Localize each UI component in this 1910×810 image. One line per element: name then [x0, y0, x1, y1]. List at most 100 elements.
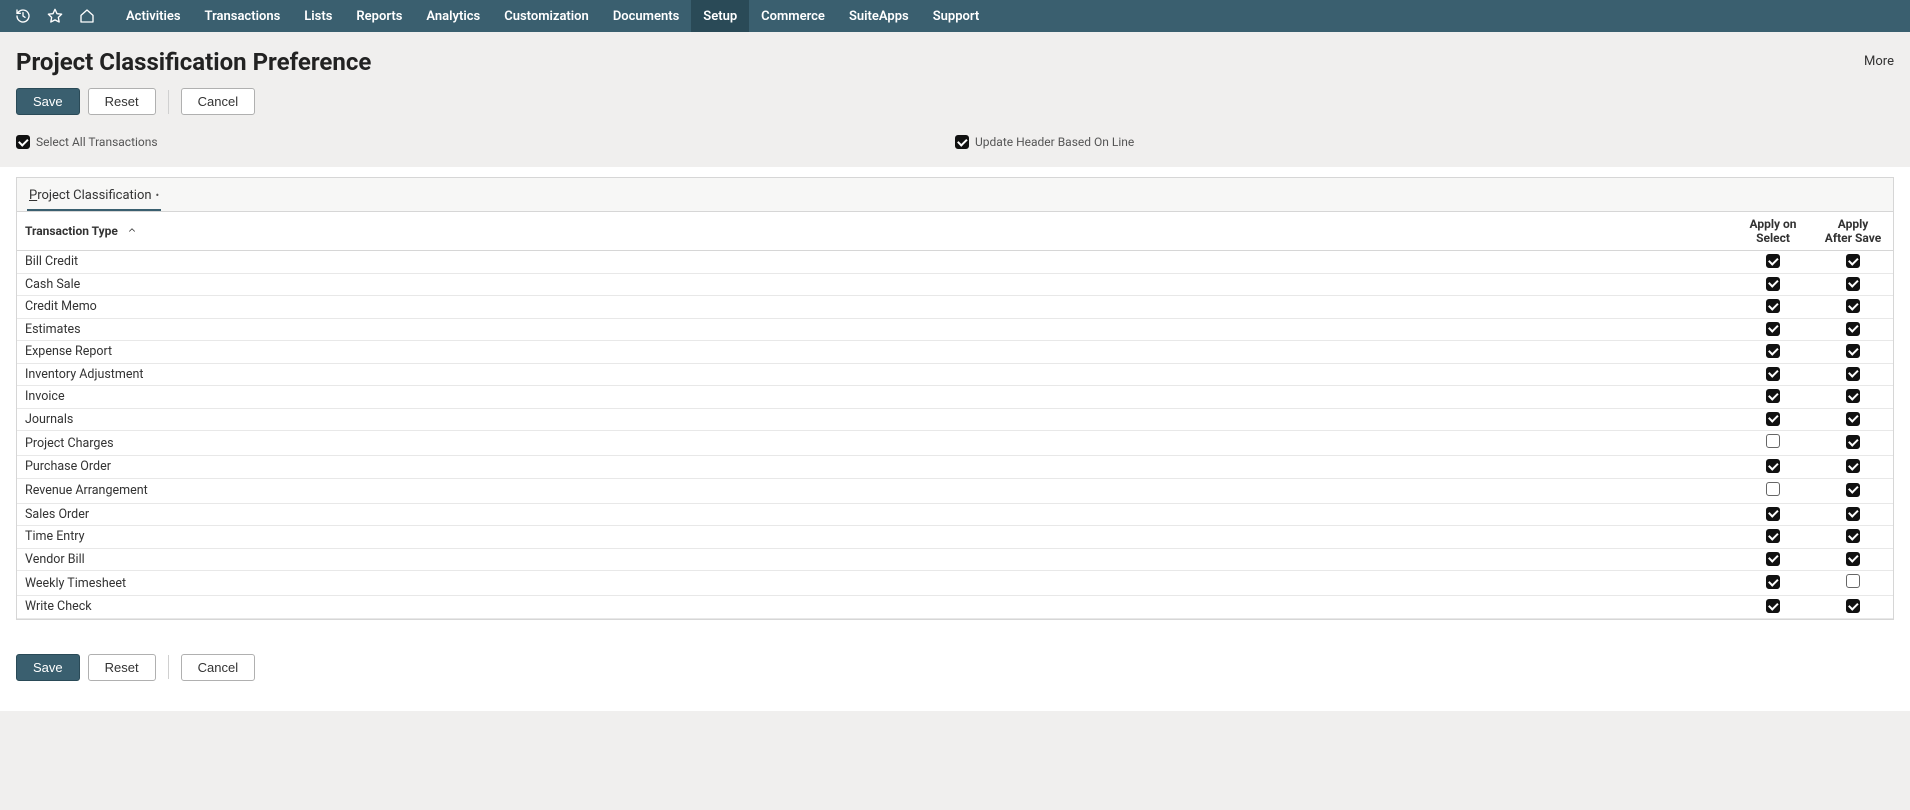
apply-after-save-checkbox[interactable] [1846, 389, 1860, 403]
apply-after-save-checkbox[interactable] [1846, 529, 1860, 543]
cell-apply-on-select [1733, 386, 1813, 409]
apply-after-save-checkbox[interactable] [1846, 344, 1860, 358]
apply-on-select-checkbox[interactable] [1766, 434, 1780, 448]
table-row[interactable]: Vendor Bill [17, 548, 1893, 571]
update-header-checkbox[interactable] [955, 135, 969, 149]
apply-after-save-checkbox[interactable] [1846, 507, 1860, 521]
subtab-project-classification[interactable]: Project Classification• [27, 184, 161, 211]
apply-on-select-checkbox[interactable] [1766, 459, 1780, 473]
apply-on-select-checkbox[interactable] [1766, 507, 1780, 521]
apply-after-save-checkbox[interactable] [1846, 435, 1860, 449]
cell-transaction-type: Write Check [17, 596, 1733, 619]
table-row[interactable]: Expense Report [17, 341, 1893, 364]
nav-lists[interactable]: Lists [292, 0, 344, 32]
table-row[interactable]: Estimates [17, 318, 1893, 341]
nav-customization[interactable]: Customization [492, 0, 601, 32]
select-all-checkbox[interactable] [16, 135, 30, 149]
history-icon[interactable] [12, 5, 34, 27]
table-row[interactable]: Time Entry [17, 526, 1893, 549]
reset-button[interactable]: Reset [88, 88, 156, 115]
save-button[interactable]: Save [16, 88, 80, 115]
apply-after-save-checkbox[interactable] [1846, 599, 1860, 613]
nav-suiteapps[interactable]: SuiteApps [837, 0, 921, 32]
apply-on-select-checkbox[interactable] [1766, 412, 1780, 426]
cell-transaction-type: Weekly Timesheet [17, 571, 1733, 596]
save-button-bottom[interactable]: Save [16, 654, 80, 681]
cell-transaction-type: Purchase Order [17, 456, 1733, 479]
nav-documents[interactable]: Documents [601, 0, 691, 32]
apply-after-save-checkbox[interactable] [1846, 459, 1860, 473]
cancel-button[interactable]: Cancel [181, 88, 255, 115]
more-link[interactable]: More [1864, 48, 1894, 69]
table-row[interactable]: Project Charges [17, 431, 1893, 456]
transactions-table: Transaction Type Apply on Select Apply A… [17, 212, 1893, 619]
cancel-button-bottom[interactable]: Cancel [181, 654, 255, 681]
nav-transactions[interactable]: Transactions [193, 0, 293, 32]
cell-apply-after-save [1813, 363, 1893, 386]
apply-on-select-checkbox[interactable] [1766, 367, 1780, 381]
table-row[interactable]: Credit Memo [17, 296, 1893, 319]
cell-transaction-type: Sales Order [17, 503, 1733, 526]
table-row[interactable]: Cash Sale [17, 273, 1893, 296]
subtab-change-indicator: • [156, 189, 160, 202]
apply-on-select-checkbox[interactable] [1766, 389, 1780, 403]
apply-on-select-checkbox[interactable] [1766, 277, 1780, 291]
subtab-bar: Project Classification• [17, 178, 1893, 212]
col-transaction-type-label: Transaction Type [25, 224, 118, 238]
apply-after-save-checkbox[interactable] [1846, 552, 1860, 566]
col-apply-after-save-l1: Apply [1821, 217, 1885, 231]
nav-support[interactable]: Support [921, 0, 992, 32]
apply-on-select-checkbox[interactable] [1766, 482, 1780, 496]
cell-apply-on-select [1733, 341, 1813, 364]
cell-apply-after-save [1813, 273, 1893, 296]
table-row[interactable]: Sales Order [17, 503, 1893, 526]
apply-on-select-checkbox[interactable] [1766, 552, 1780, 566]
apply-on-select-checkbox[interactable] [1766, 575, 1780, 589]
table-row[interactable]: Revenue Arrangement [17, 478, 1893, 503]
apply-after-save-checkbox[interactable] [1846, 367, 1860, 381]
apply-on-select-checkbox[interactable] [1766, 322, 1780, 336]
col-apply-after-save[interactable]: Apply After Save [1813, 212, 1893, 251]
nav-commerce[interactable]: Commerce [749, 0, 837, 32]
table-row[interactable]: Purchase Order [17, 456, 1893, 479]
col-transaction-type[interactable]: Transaction Type [17, 212, 1733, 251]
page-header: Project Classification Preference More S… [0, 32, 1910, 129]
table-row[interactable]: Bill Credit [17, 251, 1893, 274]
table-row[interactable]: Weekly Timesheet [17, 571, 1893, 596]
apply-on-select-checkbox[interactable] [1766, 599, 1780, 613]
col-apply-on-select[interactable]: Apply on Select [1733, 212, 1813, 251]
table-row[interactable]: Invoice [17, 386, 1893, 409]
nav-activities[interactable]: Activities [114, 0, 193, 32]
table-row[interactable]: Journals [17, 408, 1893, 431]
reset-button-bottom[interactable]: Reset [88, 654, 156, 681]
apply-after-save-checkbox[interactable] [1846, 277, 1860, 291]
apply-after-save-checkbox[interactable] [1846, 412, 1860, 426]
cell-apply-on-select [1733, 431, 1813, 456]
apply-after-save-checkbox[interactable] [1846, 254, 1860, 268]
apply-after-save-checkbox[interactable] [1846, 574, 1860, 588]
star-icon[interactable] [44, 5, 66, 27]
apply-on-select-checkbox[interactable] [1766, 254, 1780, 268]
apply-on-select-checkbox[interactable] [1766, 344, 1780, 358]
apply-after-save-checkbox[interactable] [1846, 299, 1860, 313]
button-separator-bottom [168, 655, 169, 679]
cell-apply-after-save [1813, 548, 1893, 571]
button-separator [168, 90, 169, 114]
apply-on-select-checkbox[interactable] [1766, 529, 1780, 543]
apply-on-select-checkbox[interactable] [1766, 299, 1780, 313]
top-nav: ActivitiesTransactionsListsReportsAnalyt… [0, 0, 1910, 32]
table-row[interactable]: Inventory Adjustment [17, 363, 1893, 386]
cell-apply-on-select [1733, 273, 1813, 296]
nav-analytics[interactable]: Analytics [414, 0, 492, 32]
nav-reports[interactable]: Reports [344, 0, 414, 32]
table-row[interactable]: Write Check [17, 596, 1893, 619]
col-apply-on-select-l1: Apply on [1741, 217, 1805, 231]
content-panel: Project Classification• Transaction Type… [0, 167, 1910, 640]
nav-setup[interactable]: Setup [691, 0, 749, 32]
apply-after-save-checkbox[interactable] [1846, 483, 1860, 497]
cell-apply-on-select [1733, 251, 1813, 274]
apply-after-save-checkbox[interactable] [1846, 322, 1860, 336]
cell-apply-on-select [1733, 296, 1813, 319]
cell-transaction-type: Invoice [17, 386, 1733, 409]
home-icon[interactable] [76, 5, 98, 27]
